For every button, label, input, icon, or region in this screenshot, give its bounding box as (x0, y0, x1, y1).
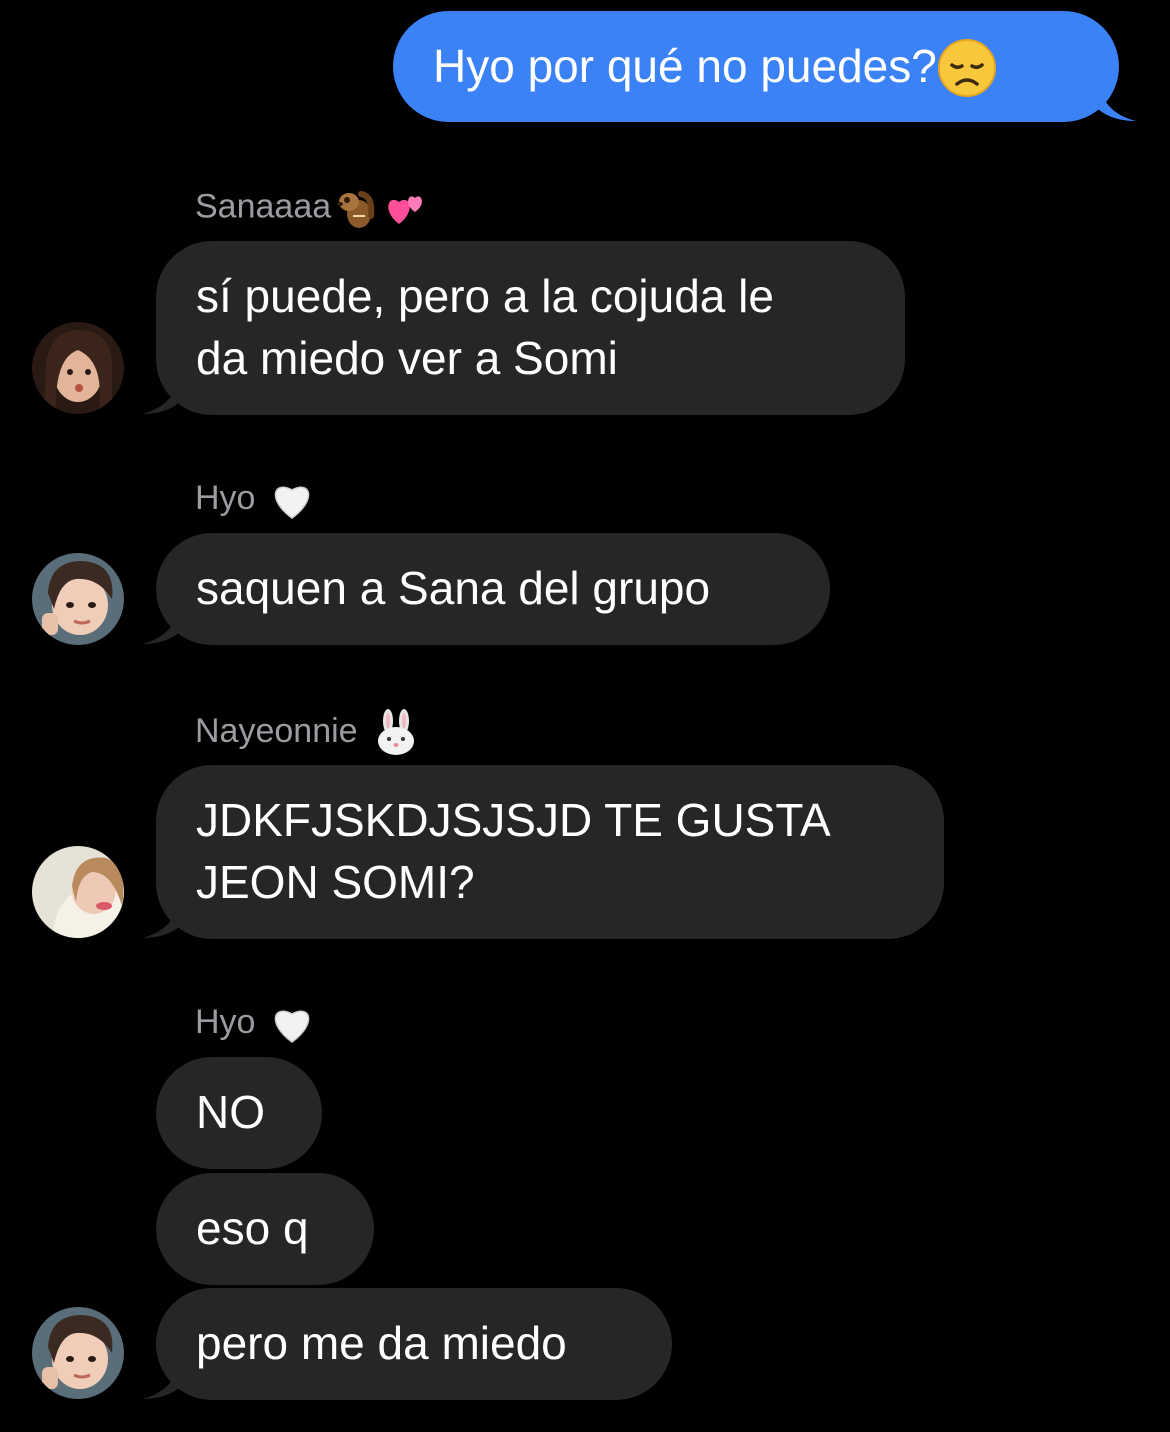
message-bubble[interactable]: sí puede, pero a la cojuda le da miedo v… (156, 241, 905, 415)
message-bubble[interactable]: NO (156, 1057, 322, 1169)
incoming-bubble-tail (142, 606, 180, 644)
outgoing-text: Hyo por qué no puedes? (433, 40, 937, 92)
avatar-nayeon[interactable] (32, 846, 124, 938)
chipmunk-icon (331, 186, 375, 231)
sender-name: Sanaaaa (195, 186, 429, 231)
incoming-bubble-tail (142, 900, 180, 938)
message-bubble[interactable]: saquen a Sana del grupo (156, 533, 830, 645)
sender-name: Hyo (195, 1002, 315, 1046)
message-bubble[interactable]: eso q (156, 1173, 374, 1285)
outgoing-bubble[interactable]: Hyo por qué no puedes? (393, 11, 1119, 122)
message-bubble[interactable]: JDKFJSKDJSJSJD TE GUSTA JEON SOMI? (156, 765, 944, 939)
outgoing-bubble-tail (1098, 83, 1136, 121)
sender-name: Hyo (195, 478, 315, 522)
disappointed-face-icon (937, 38, 997, 101)
white-heart-icon (269, 478, 315, 522)
incoming-bubble-tail (142, 1361, 180, 1399)
sender-name: Nayeonnie (195, 709, 418, 757)
avatar-hyo[interactable] (32, 553, 124, 645)
avatar-hyo[interactable] (32, 1307, 124, 1399)
white-heart-icon (269, 1002, 315, 1046)
message-bubble[interactable]: pero me da miedo (156, 1288, 672, 1400)
rabbit-face-icon (374, 709, 418, 757)
two-hearts-icon (385, 186, 429, 231)
incoming-bubble-tail (142, 376, 180, 414)
avatar-sana[interactable] (32, 322, 124, 414)
